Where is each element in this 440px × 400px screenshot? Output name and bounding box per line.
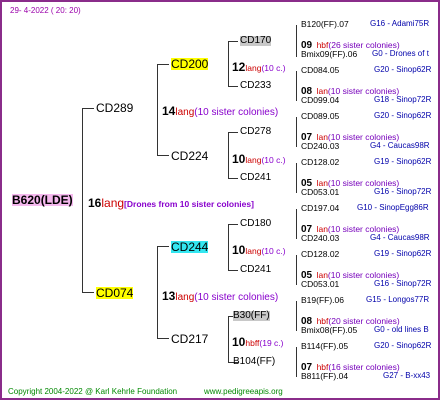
gen4-info: G19 - Sinop62R bbox=[374, 249, 432, 258]
gen4-info: G15 - Longos77R bbox=[366, 295, 430, 304]
connector bbox=[228, 224, 238, 225]
connector bbox=[157, 338, 169, 339]
connector bbox=[228, 132, 238, 133]
site-link[interactable]: www.pedigreeapis.org bbox=[204, 388, 283, 396]
connector bbox=[228, 316, 229, 363]
gen2-drones: 10lang(10 c.) bbox=[232, 243, 286, 257]
connector bbox=[157, 155, 169, 156]
connector bbox=[82, 108, 94, 109]
gen4-info: G16 - Sinop72R bbox=[374, 187, 432, 196]
gen4-id[interactable]: B114(FF).05 bbox=[301, 342, 348, 351]
gen4-info: G20 - Sinop62R bbox=[374, 341, 432, 350]
gen4-id[interactable]: CD053.01 bbox=[301, 280, 339, 289]
pedigree-chart: 29- 4-2022 ( 20: 20) Copyright 2004-2022… bbox=[0, 0, 440, 400]
connector bbox=[296, 25, 297, 57]
gen4-info: G18 - Sinop72R bbox=[374, 95, 432, 104]
gen4-info: G4 - Caucas98R bbox=[370, 141, 430, 150]
gen2-drones: 12lang(10 c.) bbox=[232, 60, 286, 74]
gen4-id[interactable]: CD099.04 bbox=[301, 96, 339, 105]
gen4-info: G16 - Adami75R bbox=[370, 19, 430, 28]
connector bbox=[296, 117, 297, 147]
connector bbox=[157, 246, 169, 247]
connector bbox=[228, 224, 229, 271]
gen4-id[interactable]: B19(FF).06 bbox=[301, 296, 344, 305]
gen4-info: G19 - Sinop62R bbox=[374, 157, 432, 166]
connector bbox=[82, 292, 94, 293]
gen2-id[interactable]: CD224 bbox=[171, 150, 208, 162]
gen3-id[interactable]: CD233 bbox=[240, 81, 271, 91]
gen3-id[interactable]: CD180 bbox=[240, 219, 271, 229]
gen4-id[interactable]: B120(FF).07 bbox=[301, 20, 349, 29]
queen-id[interactable]: B620(LDE) bbox=[12, 194, 73, 206]
connector bbox=[228, 41, 238, 42]
connector bbox=[296, 255, 297, 285]
connector bbox=[296, 209, 297, 239]
connector bbox=[296, 347, 297, 377]
connector bbox=[228, 41, 229, 87]
connector bbox=[228, 178, 238, 179]
gen4-info: G0 - Drones of t bbox=[372, 49, 429, 58]
connector bbox=[296, 301, 297, 331]
gen4-info: G10 - SinopEgg86R bbox=[357, 203, 429, 212]
gen2-id[interactable]: CD217 bbox=[171, 333, 208, 345]
gen3-id[interactable]: CD170 bbox=[240, 36, 272, 46]
gen4-info: G20 - Sinop62R bbox=[374, 111, 432, 120]
gen1-drones: 13lang(10 sister colonies) bbox=[162, 289, 279, 303]
queen-drones: 16lang[Drones from 10 sister colonies] bbox=[88, 196, 254, 210]
gen2-drones: 10hbff(19 c.) bbox=[232, 335, 284, 349]
gen3-id[interactable]: B30(FF) bbox=[233, 311, 270, 321]
gen2-id[interactable]: CD244 bbox=[171, 241, 209, 253]
gen2-drones: 10lang(10 c.) bbox=[232, 152, 286, 166]
gen1-id[interactable]: CD289 bbox=[96, 102, 133, 114]
connector bbox=[157, 64, 169, 65]
copyright: Copyright 2004-2022 @ Karl Kehrle Founda… bbox=[8, 387, 178, 396]
gen4-id[interactable]: Bmix08(FF).05 bbox=[301, 326, 357, 335]
gen4-info: G16 - Sinop72R bbox=[374, 279, 432, 288]
date-stamp: 29- 4-2022 ( 20: 20) bbox=[10, 6, 81, 15]
connector bbox=[157, 64, 158, 156]
gen4-id[interactable]: CD240.03 bbox=[301, 234, 339, 243]
connector bbox=[228, 132, 229, 179]
gen3-id[interactable]: CD241 bbox=[240, 173, 271, 183]
connector bbox=[228, 270, 238, 271]
gen4-id[interactable]: CD053.01 bbox=[301, 188, 339, 197]
gen4-id[interactable]: CD089.05 bbox=[301, 112, 339, 121]
connector bbox=[82, 108, 83, 293]
gen3-id[interactable]: B104(FF) bbox=[233, 357, 275, 367]
gen1-id[interactable]: CD074 bbox=[96, 287, 134, 299]
gen4-info: G27 - B-xx43 bbox=[383, 371, 431, 380]
connector bbox=[296, 71, 297, 101]
gen4-id[interactable]: CD128.02 bbox=[301, 158, 339, 167]
gen4-info: G0 - old lines B bbox=[374, 325, 429, 334]
gen4-info: G20 - Sinop62R bbox=[374, 65, 432, 74]
gen4-id[interactable]: Bmix09(FF).06 bbox=[301, 50, 357, 59]
connector bbox=[296, 163, 297, 193]
gen1-drones: 14lang(10 sister colonies) bbox=[162, 104, 279, 118]
connector bbox=[228, 86, 238, 87]
gen3-id[interactable]: CD278 bbox=[240, 127, 271, 137]
gen4-id[interactable]: B811(FF).04 bbox=[301, 372, 348, 381]
gen3-id[interactable]: CD241 bbox=[240, 265, 271, 275]
gen4-info: G4 - Caucas98R bbox=[370, 233, 430, 242]
gen4-id[interactable]: CD197.04 bbox=[301, 204, 339, 213]
connector bbox=[157, 246, 158, 339]
gen4-id[interactable]: CD240.03 bbox=[301, 142, 339, 151]
gen4-id[interactable]: CD128.02 bbox=[301, 250, 339, 259]
gen2-id[interactable]: CD200 bbox=[171, 58, 209, 70]
gen4-id[interactable]: CD084.05 bbox=[301, 66, 339, 75]
